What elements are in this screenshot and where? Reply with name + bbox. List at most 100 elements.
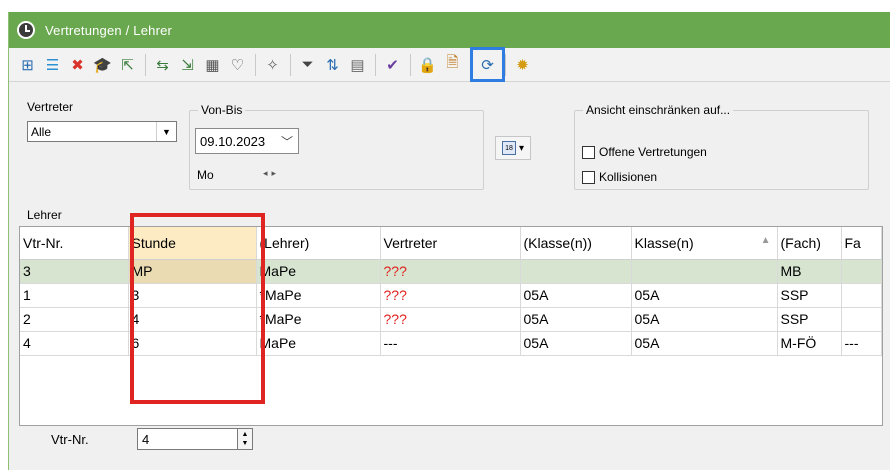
window-title: Vertretungen / Lehrer bbox=[45, 22, 173, 38]
delete-button[interactable]: ✖ bbox=[67, 54, 88, 75]
table-cell[interactable]: 05A bbox=[631, 307, 778, 332]
ansicht-label: Ansicht einschränken auf... bbox=[583, 103, 734, 117]
toolbar-separator bbox=[375, 53, 376, 76]
table-cell[interactable]: 3 bbox=[20, 259, 129, 284]
table-row[interactable]: 2 4 *MaPe??? 05A 05A SSP bbox=[20, 307, 882, 332]
calendar-dropdown-button[interactable]: 18 ▾ bbox=[495, 136, 531, 160]
stethoscope-button[interactable]: ♡ bbox=[227, 54, 248, 75]
day-nav-arrows-icon[interactable]: ◂▸ bbox=[263, 168, 280, 179]
gear-button[interactable]: ✹ bbox=[512, 54, 533, 75]
table-cell[interactable]: 1 bbox=[20, 283, 129, 308]
sort-button[interactable]: ⇅ bbox=[322, 54, 343, 75]
table-cell[interactable]: 6 bbox=[128, 331, 257, 356]
list-icon: ☰ bbox=[45, 56, 60, 74]
weekday-label: Mo bbox=[197, 168, 214, 182]
table-cell[interactable] bbox=[841, 259, 882, 284]
kollisionen-checkbox[interactable]: Kollisionen bbox=[582, 170, 657, 184]
table-cell[interactable] bbox=[520, 259, 632, 284]
table-cell[interactable]: --- bbox=[841, 331, 882, 356]
table-cell[interactable]: SSP bbox=[777, 307, 842, 332]
refresh-icon: ⟳ bbox=[481, 56, 494, 74]
table-cell[interactable]: ??? bbox=[380, 259, 521, 284]
vertretungen-window: Vertretungen / Lehrer ⊞ ☰ ✖ 🎓 ⇱ ⇆ ⇲ ▦ ♡ ✧ ⏷ ⇅ ▤ ✔ 🔒 🗎 ⟳ ✹… bbox=[8, 12, 890, 470]
table-cell[interactable]: MaPe bbox=[256, 259, 381, 284]
table-cell[interactable] bbox=[631, 259, 778, 284]
spin-down-icon[interactable]: ▼ bbox=[242, 439, 249, 448]
refresh-button[interactable]: ⟳ bbox=[470, 47, 505, 82]
table-cell[interactable]: 05A bbox=[520, 331, 632, 356]
spin-up-icon[interactable]: ▲ bbox=[242, 430, 249, 439]
table-cell[interactable]: *MaPe bbox=[256, 307, 381, 332]
wand-button[interactable]: ✧ bbox=[262, 54, 283, 75]
vertretungen-grid[interactable]: Vtr-Nr. Stunde (Lehrer) Vertreter (Klasse(n)… bbox=[19, 226, 883, 426]
date-picker[interactable]: 09.10.2023 ﹀ bbox=[195, 128, 299, 154]
table-cell[interactable]: ??? bbox=[380, 307, 521, 332]
filter-button[interactable]: ⏷ bbox=[297, 54, 318, 75]
checkbox-box[interactable] bbox=[582, 145, 595, 159]
column-header-label: Vtr-Nr. bbox=[23, 234, 64, 251]
table-row[interactable]: 4 6 MaPe --- 05A 05A M-FÖ --- bbox=[20, 331, 882, 356]
column-header[interactable]: (Klasse(n)) bbox=[520, 227, 632, 260]
table-cell[interactable]: 3 bbox=[128, 283, 257, 308]
column-header[interactable]: (Lehrer) bbox=[256, 227, 381, 260]
date-value: 09.10.2023 bbox=[200, 133, 266, 149]
calendar-icon: 18 bbox=[501, 141, 516, 155]
edit-check-button[interactable]: ✔ bbox=[382, 54, 403, 75]
tree-expand-button[interactable]: ⊞ bbox=[17, 54, 38, 75]
table-cell[interactable]: ??? bbox=[380, 283, 521, 308]
column-header[interactable]: Vtr-Nr. bbox=[20, 227, 129, 260]
dropdown-arrow-icon[interactable]: ▼ bbox=[156, 122, 176, 141]
stethoscope-icon: ♡ bbox=[230, 56, 245, 74]
table-cell[interactable]: 4 bbox=[20, 331, 129, 356]
graduation-cap-button[interactable]: 🎓 bbox=[92, 54, 113, 75]
table-cell[interactable]: 05A bbox=[520, 307, 632, 332]
column-header[interactable]: Stunde bbox=[128, 227, 257, 260]
lehrer-label: Lehrer bbox=[27, 208, 62, 222]
table-cell[interactable]: 4 bbox=[128, 307, 257, 332]
table-cell[interactable]: SSP bbox=[777, 283, 842, 308]
column-header-label: Klasse(n) bbox=[634, 234, 694, 251]
table-cell[interactable]: 05A bbox=[631, 331, 778, 356]
table-cell[interactable]: M-FÖ bbox=[777, 331, 842, 356]
column-header[interactable]: Klasse(n) ▲ bbox=[631, 227, 778, 260]
table-cell[interactable] bbox=[841, 283, 882, 308]
swap-button[interactable]: ⇆ bbox=[152, 54, 173, 75]
table-cell[interactable]: --- bbox=[380, 331, 521, 356]
import-button[interactable]: ⇱ bbox=[117, 54, 138, 75]
table-row[interactable]: 3 MP MaPe??? MB bbox=[20, 259, 882, 284]
offene-vertretungen-checkbox[interactable]: Offene Vertretungen bbox=[582, 145, 707, 159]
wand-icon: ✧ bbox=[266, 56, 279, 74]
table-cell[interactable]: 05A bbox=[520, 283, 632, 308]
table-cell[interactable] bbox=[841, 307, 882, 332]
vertreter-label: Vertreter bbox=[27, 100, 74, 114]
column-header[interactable]: Fa bbox=[841, 227, 882, 260]
vertreter-combobox[interactable]: Alle ▼ bbox=[27, 121, 177, 142]
export-button[interactable]: ⇲ bbox=[177, 54, 198, 75]
toolbar-separator bbox=[470, 53, 471, 76]
column-header[interactable]: Vertreter bbox=[380, 227, 521, 260]
sort-icon: ⇅ bbox=[326, 56, 339, 74]
table-row[interactable]: 1 3 *MaPe??? 05A 05A SSP bbox=[20, 283, 882, 308]
grid-icon: ▤ bbox=[350, 56, 365, 74]
table-cell[interactable]: 2 bbox=[20, 307, 129, 332]
table-cell[interactable]: MP bbox=[128, 259, 257, 284]
toolbar-separator bbox=[505, 53, 506, 76]
vtr-nr-stepper[interactable]: ▲ ▼ bbox=[238, 428, 253, 450]
chevron-down-icon[interactable]: ﹀ bbox=[281, 133, 293, 150]
vtr-nr-input[interactable]: 4 bbox=[137, 428, 238, 450]
list-button[interactable]: ☰ bbox=[42, 54, 63, 75]
table-cell[interactable]: MaPe bbox=[256, 331, 381, 356]
toolbar-separator bbox=[145, 53, 146, 76]
toolbar: ⊞ ☰ ✖ 🎓 ⇱ ⇆ ⇲ ▦ ♡ ✧ ⏷ ⇅ ▤ ✔ 🔒 🗎 ⟳ ✹ bbox=[9, 47, 890, 82]
column-header[interactable]: (Fach) bbox=[777, 227, 842, 260]
document-settings-button[interactable]: 🗎 bbox=[442, 54, 463, 75]
import-icon: ⇱ bbox=[121, 56, 134, 74]
table-cell[interactable]: *MaPe bbox=[256, 283, 381, 308]
table-cell[interactable]: MB bbox=[777, 259, 842, 284]
calculator-button[interactable]: ▦ bbox=[202, 54, 223, 75]
table-cell[interactable]: 05A bbox=[631, 283, 778, 308]
grid-button[interactable]: ▤ bbox=[347, 54, 368, 75]
gear-icon: ✹ bbox=[516, 56, 529, 74]
checkbox-box[interactable] bbox=[582, 170, 595, 184]
lock-button[interactable]: 🔒 bbox=[417, 54, 438, 75]
